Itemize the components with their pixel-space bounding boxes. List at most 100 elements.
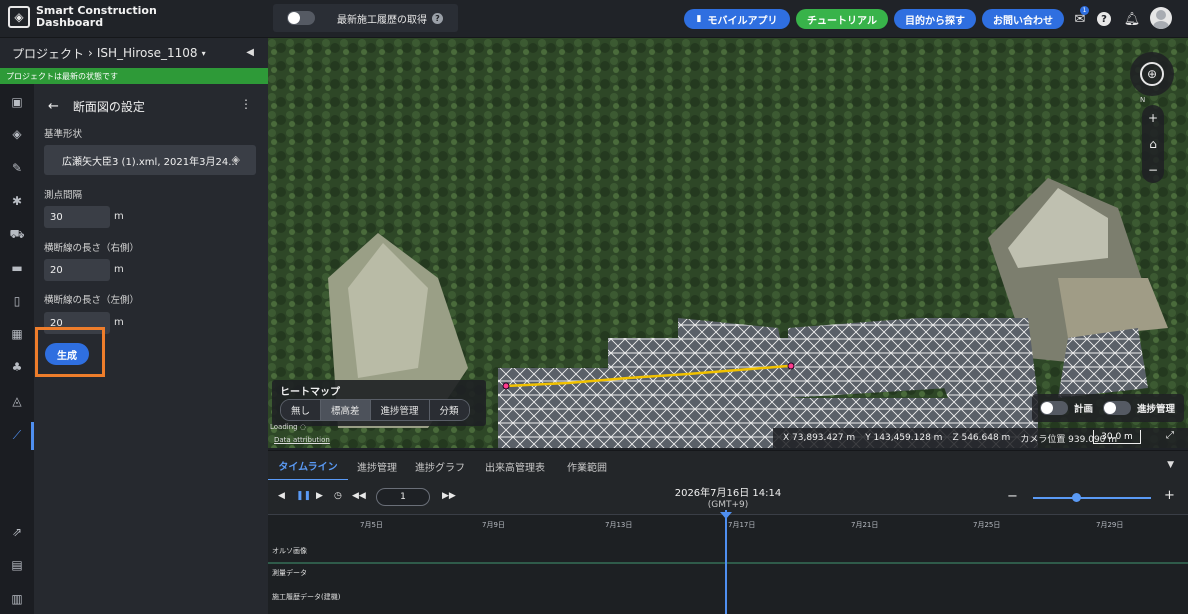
base-shape-select[interactable]: 広瀬矢大臣3 (1).xml, 2021年3月24... ◈	[44, 145, 256, 175]
latest-history-label: 最新施工履歴の取得	[337, 14, 427, 26]
more-vertical-icon[interactable]: ⋮	[240, 97, 252, 111]
heatmap-option-progress[interactable]: 進捗管理	[370, 400, 430, 420]
current-time-handle[interactable]	[720, 512, 732, 519]
back-arrow-icon[interactable]: ←	[48, 99, 59, 114]
compass-icon: ⊕	[1140, 62, 1164, 86]
date-label: 7月9日	[482, 521, 505, 529]
logo-icon: ◈	[8, 6, 30, 28]
file-icon[interactable]: ▥	[9, 591, 25, 607]
progress-toggle-label: 進捗管理	[1137, 404, 1176, 415]
plan-toggle-switch[interactable]	[1040, 401, 1068, 415]
fullscreen-icon[interactable]: ⤢	[1166, 430, 1174, 441]
document-icon[interactable]: ▤	[9, 557, 25, 573]
heatmap-option-none[interactable]: 無し	[281, 400, 322, 420]
date-label: 7月21日	[851, 521, 879, 529]
heatmap-segmented-control: 無し 標高差 進捗管理 分類	[280, 399, 470, 421]
device-icon[interactable]: ▯	[9, 293, 25, 309]
layers-icon[interactable]: ◈	[9, 126, 25, 142]
toggle-switch[interactable]	[287, 11, 315, 25]
shapes-icon[interactable]: ♣	[9, 359, 25, 375]
external-link-icon[interactable]: ⇗	[9, 524, 25, 540]
heatmap-option-elevation[interactable]: 標高差	[321, 400, 371, 420]
home-icon[interactable]: ⌂	[1142, 131, 1164, 157]
project-status-bar: プロジェクトは最新の状態です	[0, 68, 268, 84]
left-length-label: 横断線の長さ（左側）	[44, 295, 140, 306]
zoom-control: + ⌂ −	[1142, 105, 1164, 183]
timeline-controls: ◀ ❚❚ ▶ ◷ ◀◀ ▶▶ 2026年7月16日 14:14 (GMT+9) …	[268, 480, 1188, 514]
mobile-app-label: モバイルアプリ	[707, 15, 778, 27]
compass-control[interactable]: ⊕	[1130, 52, 1174, 96]
tab-progress-graph[interactable]: 進捗グラフ	[406, 451, 474, 481]
tab-timeline[interactable]: タイムライン	[268, 451, 348, 481]
contact-button[interactable]: お問い合わせ	[982, 9, 1064, 29]
row-label-survey: 測量データ	[272, 569, 307, 577]
fill-icon[interactable]: ◬	[9, 393, 25, 409]
find-by-purpose-button[interactable]: 目的から探す	[894, 9, 976, 29]
right-length-unit: m	[114, 264, 124, 275]
progress-toggle-switch[interactable]	[1103, 401, 1132, 415]
logo[interactable]: ◈ Smart Construction Dashboard	[8, 5, 157, 29]
fast-forward-icon[interactable]: ▶▶	[442, 491, 456, 501]
project-status-text: プロジェクトは最新の状態です	[6, 71, 118, 81]
layers-icon: ◈	[231, 153, 240, 166]
current-time-marker[interactable]	[725, 510, 727, 614]
row-label-ortho: オルソ画像	[272, 547, 307, 555]
tutorial-label: チュートリアル	[807, 15, 877, 27]
chart-bar-icon[interactable]: ▦	[9, 326, 25, 342]
tab-work-area[interactable]: 作業範囲	[556, 451, 618, 481]
tab-progress[interactable]: 進捗管理	[348, 451, 406, 481]
current-date: 2026年7月16日 14:14	[674, 488, 782, 499]
y-coordinate: Y 143,459.128 m	[865, 433, 943, 443]
folder-icon[interactable]: ▬	[9, 260, 25, 276]
settings-icon[interactable]: ✱	[9, 193, 25, 209]
timeline-zoom-slider[interactable]	[1033, 497, 1151, 499]
timeline-zoom-handle[interactable]	[1072, 493, 1081, 502]
collapse-panel-icon[interactable]: ◀	[246, 47, 254, 58]
cross-section-icon[interactable]: ⟋	[9, 427, 25, 443]
tutorial-button[interactable]: チュートリアル	[796, 9, 888, 29]
heatmap-panel: ヒートマップ 無し 標高差 進捗管理 分類	[272, 380, 486, 426]
rewind-icon[interactable]: ◀◀	[352, 491, 366, 501]
interval-input[interactable]	[44, 206, 110, 228]
image-icon[interactable]: ▣	[9, 94, 25, 110]
z-coordinate: Z 546.648 m	[952, 433, 1011, 443]
interval-label: 測点間隔	[44, 190, 83, 201]
app: ◈ Smart Construction Dashboard 最新施工履歴の取得…	[0, 0, 1188, 614]
generate-label: 生成	[57, 350, 77, 362]
help-circle-icon[interactable]: ?	[1096, 11, 1112, 27]
prev-icon[interactable]: ◀	[278, 491, 285, 501]
zoom-in-button[interactable]: +	[1142, 105, 1164, 131]
timeline-zoom-in-icon[interactable]: +	[1164, 488, 1175, 503]
heatmap-title: ヒートマップ	[280, 387, 340, 398]
scale-bar: 30.0 m	[1093, 430, 1141, 444]
breadcrumb-prefix: プロジェクト	[12, 46, 85, 61]
bell-icon[interactable]: 🔔︎	[1124, 11, 1141, 27]
play-icon[interactable]: ▶	[316, 491, 323, 501]
page-input[interactable]	[376, 488, 430, 506]
contact-label: お問い合わせ	[993, 15, 1053, 27]
collapse-timeline-icon[interactable]: ▼	[1167, 460, 1174, 470]
tab-volume-table[interactable]: 出来高管理表	[474, 451, 556, 481]
data-attribution-link[interactable]: Data attribution	[274, 436, 330, 444]
generate-button[interactable]: 生成	[45, 343, 89, 365]
zoom-out-button[interactable]: −	[1142, 157, 1164, 183]
timeline-zoom-out-icon[interactable]: −	[1007, 489, 1018, 504]
left-length-unit: m	[114, 317, 124, 328]
date-label: 7月29日	[1096, 521, 1124, 529]
date-label: 7月17日	[728, 521, 756, 529]
project-breadcrumb[interactable]: プロジェクト › ISH_Hirose_1108 ▾ ◀	[0, 38, 268, 68]
avatar[interactable]	[1150, 7, 1172, 29]
map-view[interactable]: ⊕ N + ⌂ − ヒートマップ 無し 標高差 進捗管理 分類 Loading …	[268, 38, 1188, 448]
left-icon-rail: ▣ ◈ ✎ ✱ ⛟ ▬ ▯ ▦ ♣ ◬ ⟋ ⇗ ▤ ▥	[0, 84, 34, 614]
heatmap-option-classification[interactable]: 分類	[429, 400, 469, 420]
help-icon[interactable]: ?	[432, 12, 443, 24]
loading-indicator: Loading ◌	[270, 423, 306, 431]
mobile-app-button[interactable]: ▮ モバイルアプリ	[684, 9, 790, 29]
compass-north-label: N	[1140, 96, 1146, 104]
right-length-input[interactable]	[44, 259, 110, 281]
tools-icon[interactable]: ✎	[9, 160, 25, 176]
clock-icon[interactable]: ◷	[334, 491, 342, 501]
machine-icon[interactable]: ⛟	[9, 227, 25, 243]
pause-icon[interactable]: ❚❚	[296, 491, 311, 501]
latest-history-toggle[interactable]: 最新施工履歴の取得 ?	[273, 4, 458, 32]
